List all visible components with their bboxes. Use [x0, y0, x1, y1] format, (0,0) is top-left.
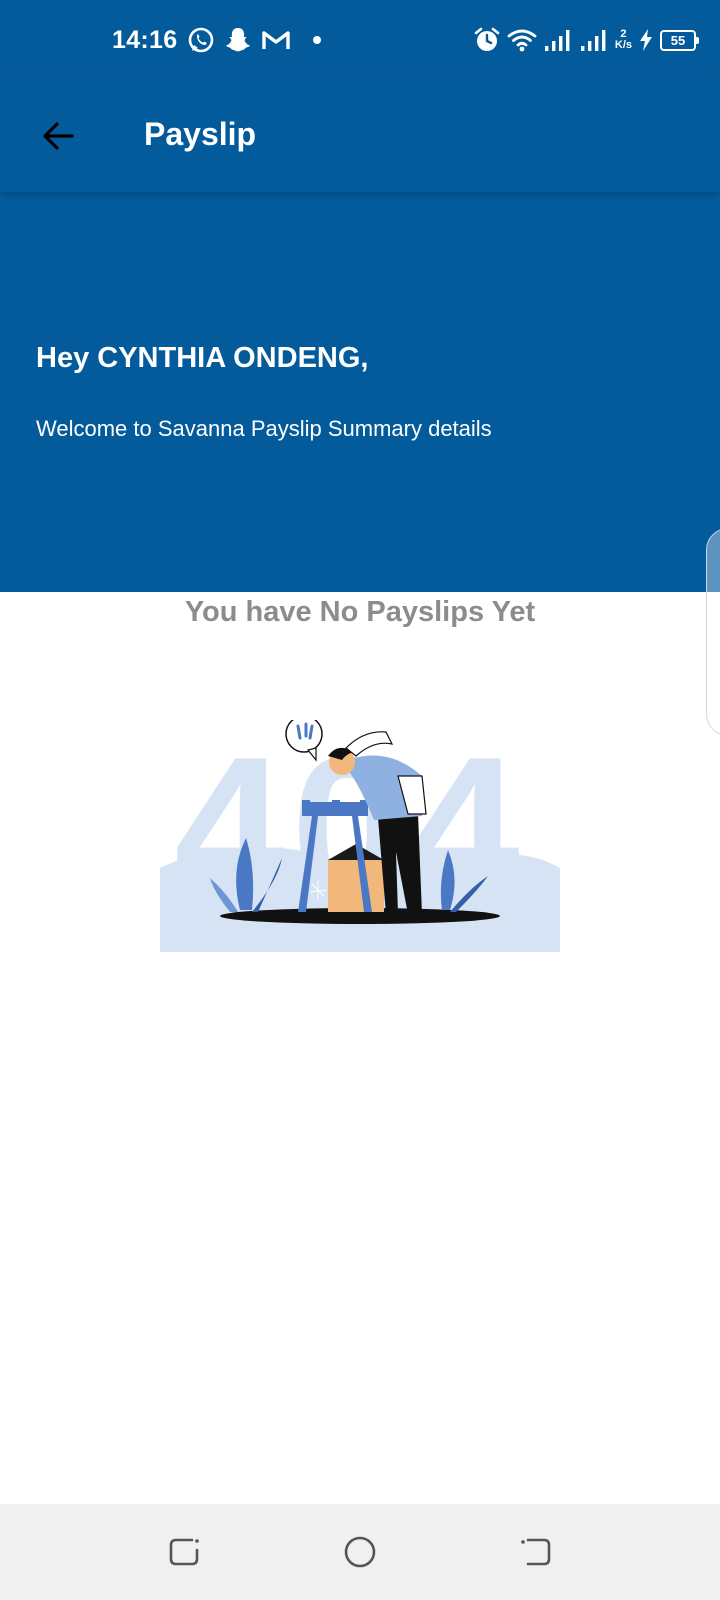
side-panel-handle[interactable] — [706, 528, 720, 736]
status-time: 14:16 — [112, 25, 178, 54]
signal-icon — [544, 30, 570, 51]
page-title: Payslip — [144, 116, 257, 152]
empty-state-title: You have No Payslips Yet — [184, 596, 536, 628]
greeting-text: Hey CYNTHIA ONDENG, — [36, 342, 369, 374]
system-nav-bar — [0, 1504, 720, 1600]
network-speed-unit: K/s — [614, 39, 632, 51]
status-bar: 14:16 2 K/s 55 — [0, 0, 720, 80]
welcome-banner: Hey CYNTHIA ONDENG, Welcome to Savanna P… — [0, 192, 720, 592]
charging-icon — [640, 29, 652, 51]
alarm-icon — [474, 27, 500, 51]
arrow-left-icon — [43, 122, 74, 150]
snapchat-icon — [226, 28, 251, 52]
recent-apps-icon[interactable] — [166, 1534, 202, 1570]
dot-icon — [313, 36, 322, 44]
home-icon[interactable] — [342, 1534, 378, 1570]
wifi-icon — [507, 29, 537, 52]
gmail-icon — [262, 31, 291, 49]
back-icon[interactable] — [518, 1534, 554, 1570]
whatsapp-icon — [189, 27, 214, 53]
battery-level: 55 — [670, 32, 686, 48]
status-right: 2 K/s 55 — [473, 22, 699, 58]
signal-icon — [580, 30, 606, 51]
battery-icon: 55 — [660, 29, 699, 51]
welcome-text: Welcome to Savanna Payslip Summary detai… — [36, 416, 492, 441]
app-bar: Payslip — [0, 80, 720, 192]
back-button[interactable] — [30, 108, 86, 164]
not-found-illustration: 404 — [160, 720, 560, 952]
status-left: 14:16 — [112, 22, 327, 58]
network-speed: 2 K/s — [615, 29, 632, 51]
